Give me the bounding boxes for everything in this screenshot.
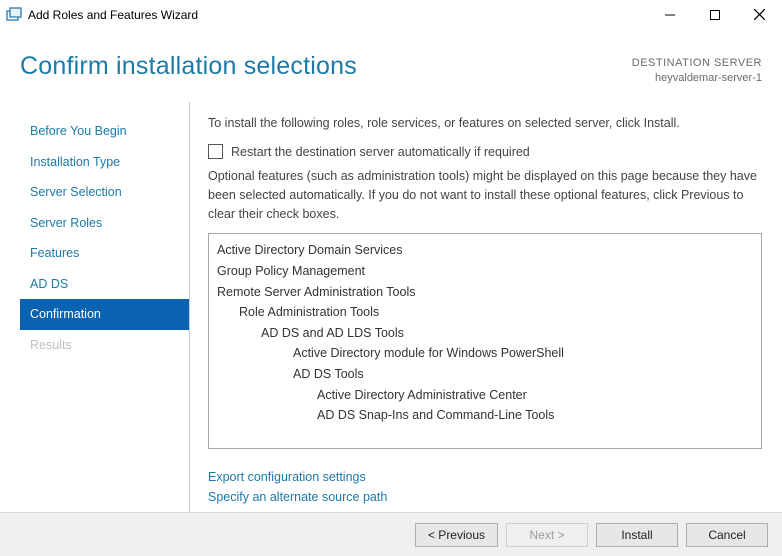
wizard-footer: < Previous Next > Install Cancel: [0, 512, 782, 556]
wizard-step[interactable]: Installation Type: [20, 147, 189, 178]
maximize-button[interactable]: [692, 0, 737, 30]
wizard-step[interactable]: Before You Begin: [20, 116, 189, 147]
window-title: Add Roles and Features Wizard: [28, 8, 647, 22]
selections-listbox[interactable]: Active Directory Domain ServicesGroup Po…: [208, 233, 762, 449]
optional-features-note: Optional features (such as administratio…: [208, 167, 762, 223]
wizard-step[interactable]: AD DS: [20, 269, 189, 300]
wizard-step[interactable]: Features: [20, 238, 189, 269]
wizard-step[interactable]: Server Roles: [20, 208, 189, 239]
restart-checkbox-label: Restart the destination server automatic…: [231, 145, 530, 159]
restart-checkbox-row: Restart the destination server automatic…: [208, 144, 762, 159]
next-button: Next >: [506, 523, 588, 547]
close-button[interactable]: [737, 0, 782, 30]
previous-button[interactable]: < Previous: [415, 523, 498, 547]
selection-item: AD DS Snap-Ins and Command-Line Tools: [217, 405, 753, 426]
selection-item: AD DS Tools: [217, 364, 753, 385]
alternate-source-link[interactable]: Specify an alternate source path: [208, 487, 762, 507]
minimize-button[interactable]: [647, 0, 692, 30]
restart-checkbox[interactable]: [208, 144, 223, 159]
selection-item: Active Directory module for Windows Powe…: [217, 343, 753, 364]
destination-server-label: DESTINATION SERVER: [632, 56, 762, 71]
intro-text: To install the following roles, role ser…: [208, 116, 762, 130]
cancel-button[interactable]: Cancel: [686, 523, 768, 547]
selection-item: Active Directory Administrative Center: [217, 385, 753, 406]
export-config-link[interactable]: Export configuration settings: [208, 467, 762, 487]
titlebar: Add Roles and Features Wizard: [0, 0, 782, 30]
selection-item: Active Directory Domain Services: [217, 240, 753, 261]
wizard-header: Confirm installation selections DESTINAT…: [0, 30, 782, 102]
wizard-body: Before You BeginInstallation TypeServer …: [0, 102, 782, 512]
destination-server-info: DESTINATION SERVER heyvaldemar-server-1: [632, 52, 762, 87]
install-button[interactable]: Install: [596, 523, 678, 547]
wizard-step[interactable]: Server Selection: [20, 177, 189, 208]
page-title: Confirm installation selections: [20, 52, 632, 81]
destination-server-name: heyvaldemar-server-1: [632, 71, 762, 86]
app-icon: [6, 7, 22, 23]
selection-item: Group Policy Management: [217, 261, 753, 282]
wizard-steps-sidebar: Before You BeginInstallation TypeServer …: [20, 102, 190, 512]
action-links: Export configuration settings Specify an…: [208, 467, 762, 507]
wizard-step[interactable]: Confirmation: [20, 299, 189, 330]
selection-item: Remote Server Administration Tools: [217, 282, 753, 303]
selection-item: AD DS and AD LDS Tools: [217, 323, 753, 344]
wizard-step: Results: [20, 330, 189, 361]
selection-item: Role Administration Tools: [217, 302, 753, 323]
wizard-main-panel: To install the following roles, role ser…: [190, 102, 762, 512]
window-controls: [647, 0, 782, 30]
